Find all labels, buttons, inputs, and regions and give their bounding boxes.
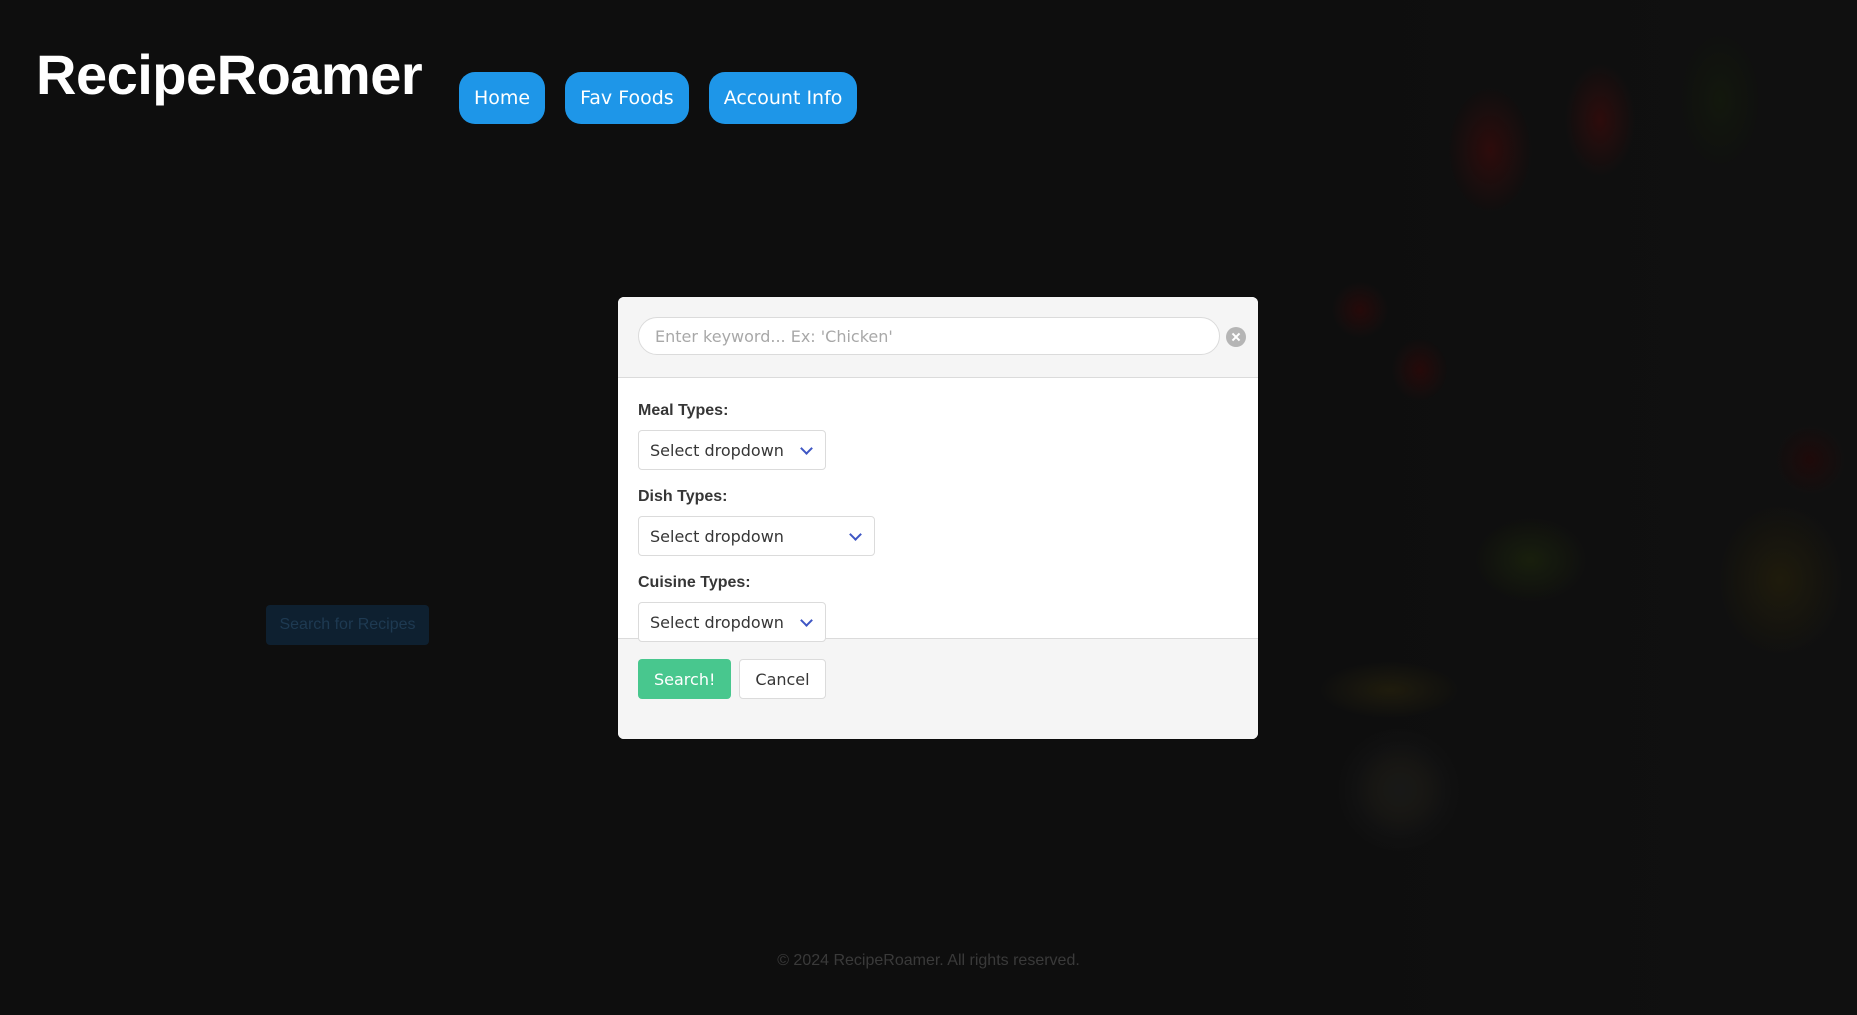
modal-header <box>618 297 1258 378</box>
search-button[interactable]: Search! <box>638 659 732 699</box>
meal-types-select[interactable]: Select dropdown <box>638 430 826 470</box>
chevron-down-icon <box>800 613 813 627</box>
clear-icon[interactable] <box>1226 327 1246 347</box>
footer-copyright: © 2024 RecipeRoamer. All rights reserved… <box>777 952 1080 969</box>
meal-types-label: Meal Types: <box>638 402 729 419</box>
nav-home-button[interactable]: Home <box>459 72 546 124</box>
cuisine-types-label: Cuisine Types: <box>638 574 751 591</box>
cuisine-types-select[interactable]: Select dropdown <box>638 602 826 642</box>
keyword-search-input[interactable] <box>638 317 1220 355</box>
cancel-button[interactable]: Cancel <box>739 659 826 699</box>
chevron-down-icon <box>849 527 862 541</box>
nav-account-info-button[interactable]: Account Info <box>708 72 858 124</box>
nav-fav-foods-button[interactable]: Fav Foods <box>565 72 689 124</box>
dish-types-select[interactable]: Select dropdown <box>638 516 875 556</box>
site-logo: RecipeRoamer <box>36 43 423 106</box>
cuisine-types-selected: Select dropdown <box>650 612 784 632</box>
chevron-down-icon <box>800 441 813 455</box>
modal-body: Meal Types: Select dropdown Dish Types: … <box>618 378 1258 642</box>
dish-types-label: Dish Types: <box>638 488 728 505</box>
search-for-recipes-button: Search for Recipes <box>266 605 429 645</box>
search-modal: Meal Types: Select dropdown Dish Types: … <box>618 297 1258 739</box>
main-nav: Home Fav Foods Account Info <box>459 72 858 124</box>
dish-types-selected: Select dropdown <box>650 526 784 546</box>
meal-types-selected: Select dropdown <box>650 440 784 460</box>
